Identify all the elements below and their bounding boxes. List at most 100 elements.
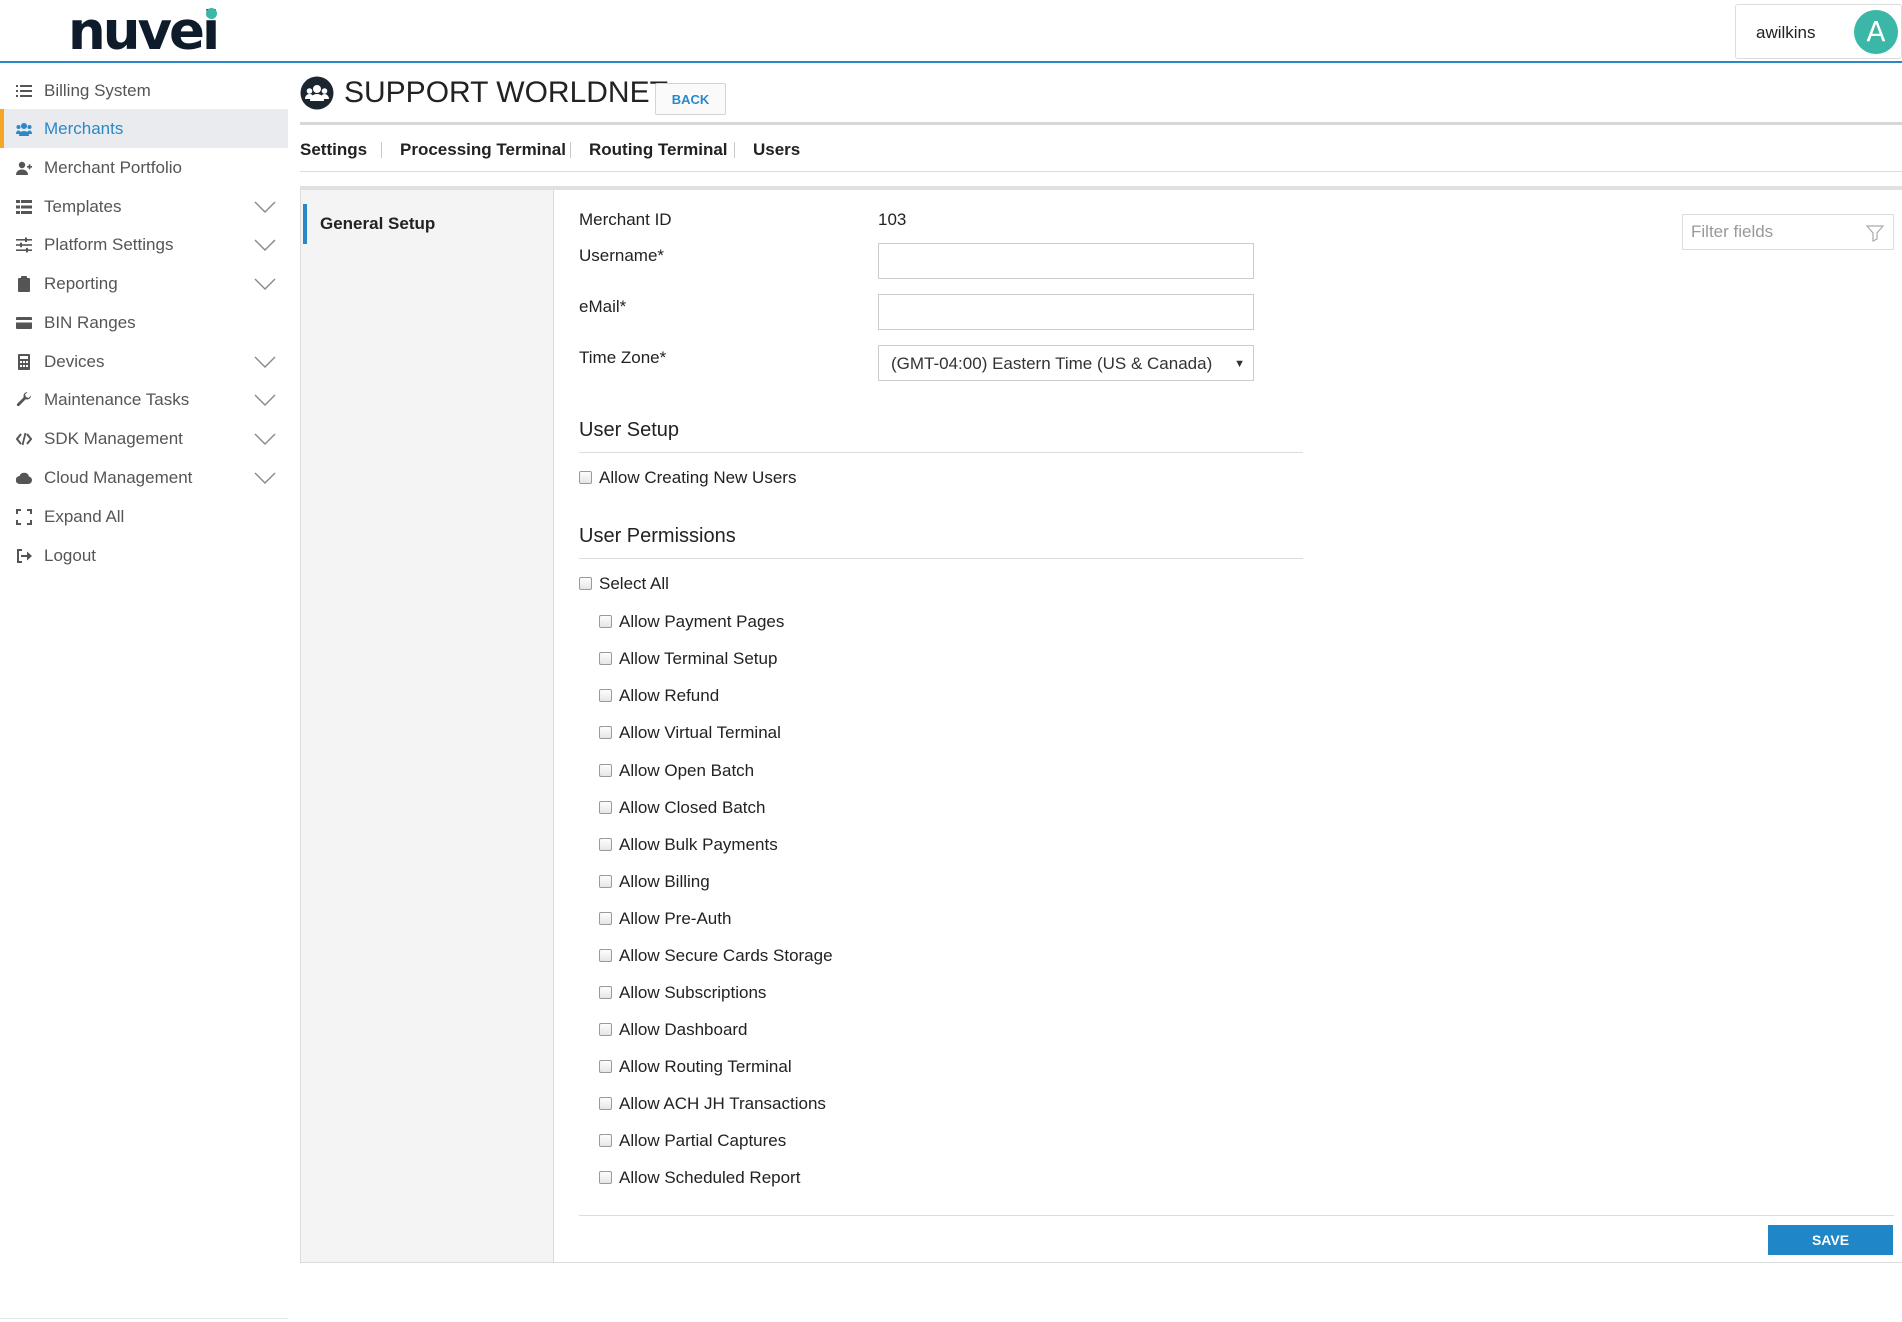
sidebar-item-label: Reporting <box>44 274 118 293</box>
sidebar-bottom-divider <box>0 1318 288 1319</box>
user-plus-icon <box>16 161 32 175</box>
section-divider <box>579 558 1303 559</box>
username-input[interactable] <box>878 243 1254 279</box>
timezone-label: Time Zone* <box>579 348 667 367</box>
sidebar-item-maintenance-tasks[interactable]: Maintenance Tasks <box>0 380 288 419</box>
logo-dot-icon <box>206 8 217 19</box>
checkbox-label: Allow Secure Cards Storage <box>619 946 833 965</box>
email-input[interactable] <box>878 294 1254 330</box>
checkbox[interactable] <box>599 1097 612 1110</box>
save-button[interactable]: SAVE <box>1768 1225 1893 1255</box>
page-title: SUPPORT WORLDNET <box>344 76 668 109</box>
checkbox[interactable] <box>599 764 612 777</box>
checkbox-label: Select All <box>599 574 669 593</box>
tab-separator <box>734 142 735 158</box>
section-divider <box>579 452 1303 453</box>
sidebar-item-label: Billing System <box>44 81 151 100</box>
sliders-icon <box>16 237 32 253</box>
cloud-icon <box>16 472 32 485</box>
tab-processing-terminal[interactable]: Processing Terminal <box>400 128 566 172</box>
checkbox[interactable] <box>599 726 612 739</box>
form-bottom-divider <box>579 1215 1894 1216</box>
sidebar-item-label: Templates <box>44 197 122 216</box>
checkbox[interactable] <box>599 1134 612 1147</box>
checkbox-label: Allow Creating New Users <box>599 468 797 487</box>
checkbox-label: Allow ACH JH Transactions <box>619 1094 826 1113</box>
checkbox[interactable] <box>599 801 612 814</box>
checkbox-label: Allow Scheduled Report <box>619 1168 801 1187</box>
checkbox-label: Allow Refund <box>619 686 720 705</box>
email-label: eMail* <box>579 297 627 316</box>
checkbox[interactable] <box>599 689 612 702</box>
sidebar-item-templates[interactable]: Templates <box>0 187 288 226</box>
checkbox-label: Allow Pre-Auth <box>619 909 732 928</box>
checkbox-label: Allow Bulk Payments <box>619 835 778 854</box>
chevron-down-icon[interactable] <box>254 472 276 484</box>
checkbox[interactable] <box>599 838 612 851</box>
checkbox[interactable] <box>599 1171 612 1184</box>
wrench-icon <box>16 392 32 407</box>
header-divider <box>288 61 1902 63</box>
subnav-item-general-setup[interactable]: General Setup <box>303 204 554 244</box>
chevron-down-icon[interactable] <box>254 394 276 406</box>
sidebar-item-label: Merchants <box>44 119 124 138</box>
timezone-select[interactable]: (GMT-04:00) Eastern Time (US & Canada) ▼ <box>878 345 1254 381</box>
sidebar: Billing System Merchants Merchant Portfo… <box>0 63 288 1322</box>
tab-settings[interactable]: Settings <box>300 128 367 172</box>
logout-icon <box>17 549 32 563</box>
checkbox[interactable] <box>599 949 612 962</box>
expand-icon <box>16 509 32 525</box>
sidebar-item-expand-all[interactable]: Expand All <box>0 497 288 536</box>
avatar[interactable]: A <box>1854 10 1898 54</box>
back-button[interactable]: BACK <box>655 83 726 115</box>
user-permissions-title: User Permissions <box>579 525 736 547</box>
chevron-down-icon[interactable] <box>254 278 276 290</box>
sidebar-item-bin-ranges[interactable]: BIN Ranges <box>0 303 288 342</box>
users-circle-icon <box>300 76 334 110</box>
sidebar-item-logout[interactable]: Logout <box>0 536 288 575</box>
filter-icon[interactable] <box>1865 223 1885 243</box>
checkbox[interactable] <box>599 875 612 888</box>
sidebar-item-label: Merchant Portfolio <box>44 158 182 177</box>
sidebar-item-merchants[interactable]: Merchants <box>0 109 288 148</box>
checkbox[interactable] <box>579 577 592 590</box>
sidebar-item-billing-system[interactable]: Billing System <box>0 71 288 110</box>
sidebar-item-cloud-management[interactable]: Cloud Management <box>0 458 288 497</box>
checkbox[interactable] <box>599 1023 612 1036</box>
sidebar-item-platform-settings[interactable]: Platform Settings <box>0 225 288 264</box>
checkbox[interactable] <box>579 471 592 484</box>
user-setup-title: User Setup <box>579 419 680 441</box>
tab-separator <box>570 142 571 158</box>
checkbox[interactable] <box>599 986 612 999</box>
filter-fields-input[interactable]: Filter fields <box>1682 214 1894 250</box>
checkbox[interactable] <box>599 912 612 925</box>
sidebar-item-sdk-management[interactable]: SDK Management <box>0 419 288 458</box>
tab-routing-terminal[interactable]: Routing Terminal <box>589 128 728 172</box>
chevron-down-icon[interactable] <box>254 356 276 368</box>
clipboard-icon <box>18 276 30 292</box>
tab-separator <box>381 142 382 158</box>
merchant-id-label: Merchant ID <box>579 210 672 229</box>
active-indicator <box>303 204 307 244</box>
checkbox[interactable] <box>599 1060 612 1073</box>
chevron-down-icon[interactable] <box>254 239 276 251</box>
checkbox[interactable] <box>599 652 612 665</box>
tab-users[interactable]: Users <box>753 128 800 172</box>
chevron-down-icon[interactable] <box>254 433 276 445</box>
table-list-icon <box>16 200 32 214</box>
sidebar-item-label: BIN Ranges <box>44 313 136 332</box>
sidebar-item-label: Expand All <box>44 507 125 526</box>
checkbox-label: Allow Terminal Setup <box>619 649 778 668</box>
user-menu[interactable]: awilkins A <box>1735 4 1902 59</box>
users-icon <box>16 123 32 136</box>
sidebar-item-merchant-portfolio[interactable]: Merchant Portfolio <box>0 148 288 187</box>
checkbox-label: Allow Partial Captures <box>619 1131 787 1150</box>
sidebar-item-reporting[interactable]: Reporting <box>0 264 288 303</box>
sidebar-item-devices[interactable]: Devices <box>0 342 288 381</box>
checkbox[interactable] <box>599 615 612 628</box>
header-rule <box>300 122 1902 125</box>
checkbox-label: Allow Routing Terminal <box>619 1057 792 1076</box>
chevron-down-icon[interactable] <box>254 201 276 213</box>
sidebar-item-label: Devices <box>44 352 105 371</box>
nuvei-logo[interactable]: nuvei <box>68 4 220 60</box>
